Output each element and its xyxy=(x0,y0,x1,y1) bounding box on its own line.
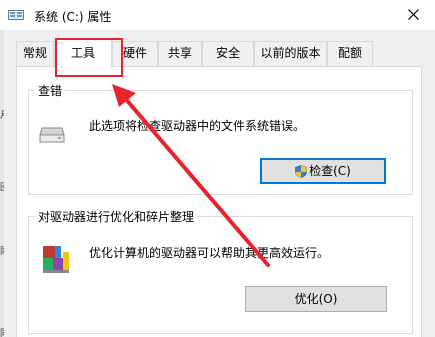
defrag-icon xyxy=(41,242,71,277)
disk-drive-icon xyxy=(39,126,65,147)
close-icon xyxy=(408,9,419,20)
tools-tab-highlight xyxy=(55,38,123,77)
optimize-button-label: 优化(O) xyxy=(294,292,338,306)
optimize-title: 对驱动器进行优化和碎片整理 xyxy=(35,208,198,225)
properties-window: 系统 (C:) 属性 月 回 同 同 常规 工具 硬件 共享 安全 以前的版本 … xyxy=(0,0,435,337)
uac-shield-icon xyxy=(295,165,307,178)
error-check-group: 查错 此选项将检查驱动器中的文件系统错误。 检查(C) xyxy=(28,82,413,195)
optimize-description: 优化计算机的驱动器可以帮助其更高效运行。 xyxy=(89,246,330,260)
optimize-group: 对驱动器进行优化和碎片整理 优化计算机的驱动器可以帮助其更高效运行。 优化(O) xyxy=(28,208,413,334)
background-glyph: 回 xyxy=(0,180,4,193)
tab-general[interactable]: 常规 xyxy=(16,41,54,66)
tab-quota[interactable]: 配额 xyxy=(327,41,373,66)
check-button[interactable]: 检查(C) xyxy=(260,158,386,184)
optimize-button[interactable]: 优化(O) xyxy=(245,286,387,312)
close-button[interactable] xyxy=(392,0,435,30)
error-check-description: 此选项将检查驱动器中的文件系统错误。 xyxy=(89,119,306,133)
tab-security[interactable]: 安全 xyxy=(202,41,254,66)
background-glyph: 同 xyxy=(0,244,4,257)
tab-previous-versions[interactable]: 以前的版本 xyxy=(254,41,327,66)
background-glyph: 同 xyxy=(0,326,4,337)
title-bar: 系统 (C:) 属性 xyxy=(0,0,435,30)
check-button-label: 检查(C) xyxy=(309,164,351,178)
error-check-title: 查错 xyxy=(35,82,66,99)
background-window-edge: 月 回 同 同 xyxy=(0,30,4,337)
window-title: 系统 (C:) 属性 xyxy=(34,10,112,24)
tools-panel: 查错 此选项将检查驱动器中的文件系统错误。 检查(C) 对驱动器进行优化和碎片整… xyxy=(16,66,422,337)
drive-icon xyxy=(8,8,24,22)
tab-sharing[interactable]: 共享 xyxy=(158,41,202,66)
background-glyph: 月 xyxy=(0,108,4,121)
